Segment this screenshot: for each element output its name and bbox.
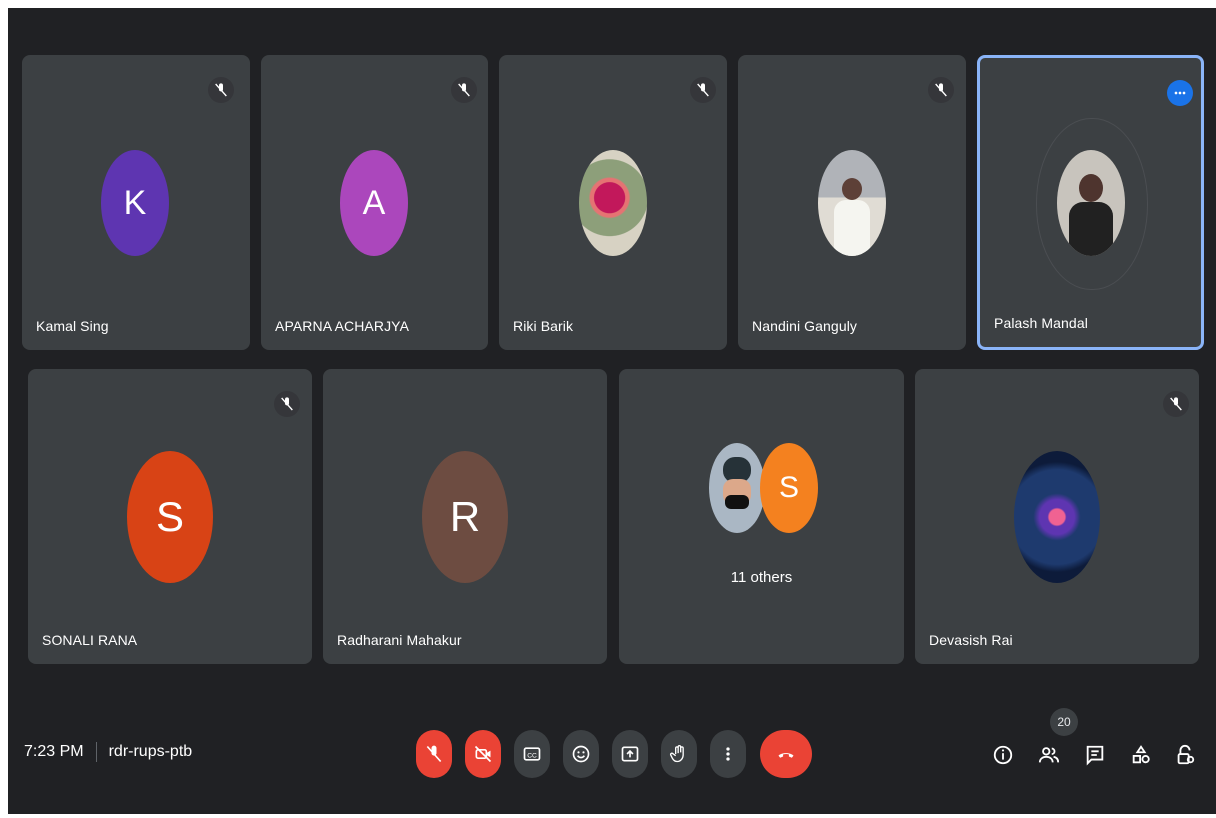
present-icon: [621, 746, 639, 762]
participant-name: Devasish Rai: [929, 632, 1013, 648]
participant-tile-palash[interactable]: Palash Mandal: [977, 55, 1204, 350]
leave-call-button[interactable]: [760, 730, 812, 778]
camera-toggle-button[interactable]: [465, 730, 501, 778]
participant-tile-sonali[interactable]: S SONALI RANA: [28, 369, 312, 664]
participant-tile-devasish[interactable]: Devasish Rai: [915, 369, 1199, 664]
mic-off-icon: [690, 77, 716, 103]
reactions-button[interactable]: [563, 730, 599, 778]
participant-name: Radharani Mahakur: [337, 632, 462, 648]
more-options-button[interactable]: [710, 730, 746, 778]
chat-icon: [1086, 745, 1104, 766]
avatar-initial: S: [127, 451, 213, 583]
leave-call-icon: [778, 753, 794, 758]
host-controls-button[interactable]: [1172, 742, 1198, 768]
participant-name: Riki Barik: [513, 318, 574, 334]
present-button[interactable]: [612, 730, 648, 778]
mic-toggle-button[interactable]: [416, 730, 452, 778]
participant-tile-nandini[interactable]: Nandini Ganguly: [738, 55, 966, 350]
divider: [95, 742, 97, 762]
emoji-icon: [572, 745, 590, 763]
meeting-code: rdr-rups-ptb: [108, 743, 193, 760]
info-icon: [993, 745, 1013, 765]
more-horiz-icon[interactable]: [1167, 80, 1193, 106]
participant-tile-aparna[interactable]: A APARNA ACHARJYA: [261, 55, 488, 350]
avatar-initial: K: [101, 150, 169, 256]
meeting-time: 7:23 PM: [24, 743, 84, 760]
avatar-photo: [579, 150, 647, 256]
participant-count-badge: 20: [1050, 708, 1078, 736]
captions-button[interactable]: CC: [514, 730, 550, 778]
people-button[interactable]: [1036, 742, 1062, 768]
meeting-info: 7:23 PM rdr-rups-ptb: [24, 742, 192, 762]
chat-button[interactable]: [1082, 742, 1108, 768]
camera-off-icon: [474, 745, 492, 763]
avatar-initial: R: [422, 451, 508, 583]
captions-icon: CC: [523, 747, 541, 761]
others-tile[interactable]: S 11 others: [619, 369, 904, 664]
participant-tile-radharani[interactable]: R Radharani Mahakur: [323, 369, 607, 664]
participant-tile-kamal[interactable]: K Kamal Sing: [22, 55, 250, 350]
avatar-photo: [1057, 150, 1125, 256]
activities-button[interactable]: [1128, 742, 1154, 768]
mic-off-icon: [928, 77, 954, 103]
mic-off-icon: [1163, 391, 1189, 417]
participant-name: Nandini Ganguly: [752, 318, 858, 334]
participant-tile-riki[interactable]: Riki Barik: [499, 55, 727, 350]
participant-name: Kamal Sing: [36, 318, 109, 334]
mic-off-icon: [426, 745, 442, 763]
participant-name: SONALI RANA: [42, 632, 138, 648]
others-count: 11 others: [730, 569, 793, 586]
mic-off-icon: [274, 391, 300, 417]
host-controls-icon: [1177, 744, 1195, 765]
mic-off-icon: [208, 77, 234, 103]
activities-icon: [1132, 745, 1150, 764]
more-vert-icon: [726, 747, 730, 761]
participant-name: Palash Mandal: [994, 315, 1088, 331]
avatar-photo: [1014, 451, 1100, 583]
participant-name: APARNA ACHARJYA: [275, 318, 410, 334]
raise-hand-button[interactable]: [661, 730, 697, 778]
svg-text:CC: CC: [527, 752, 537, 759]
avatar-initial: A: [340, 150, 408, 256]
raise-hand-icon: [669, 745, 684, 763]
avatar-photo: [818, 150, 886, 256]
avatar-photo: [709, 443, 765, 533]
meeting-details-button[interactable]: [990, 742, 1016, 768]
people-icon: [1038, 747, 1060, 763]
avatar-initial: S: [760, 443, 818, 533]
mic-off-icon: [451, 77, 477, 103]
